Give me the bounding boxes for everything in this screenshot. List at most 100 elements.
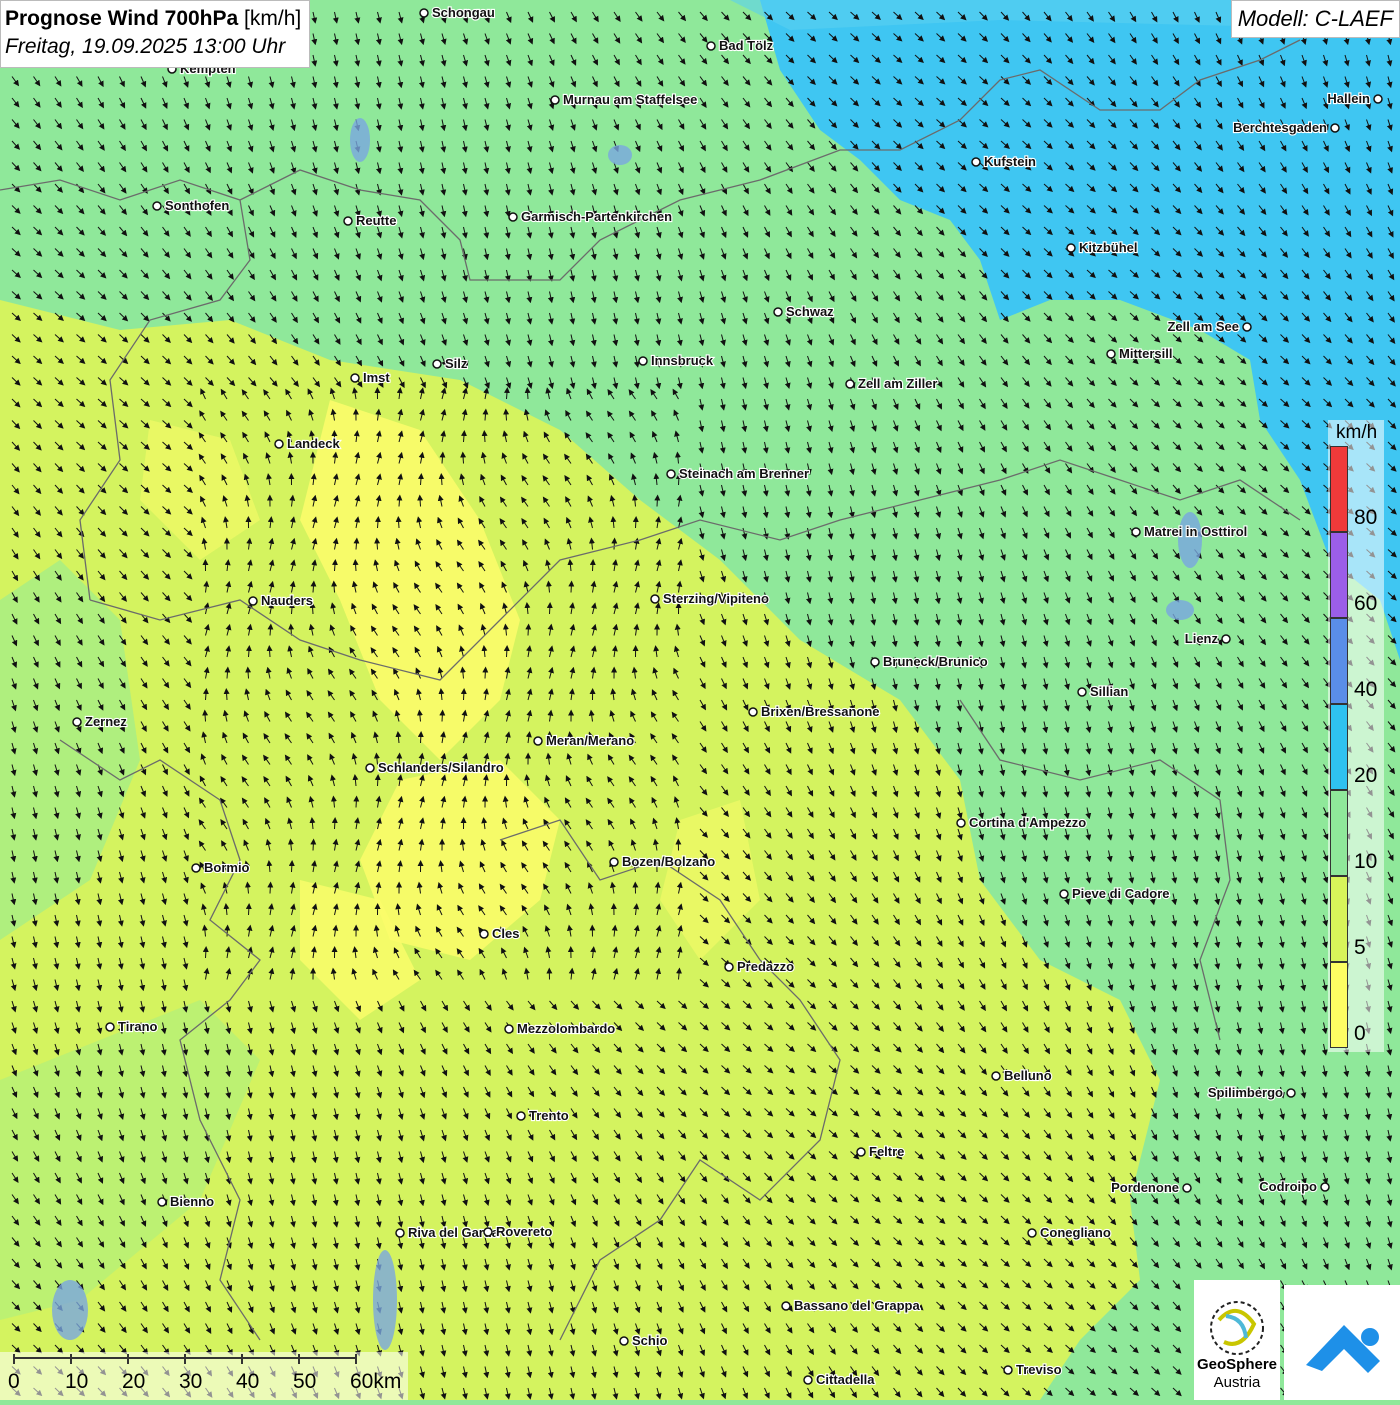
wind-arrow xyxy=(206,949,207,958)
city-label: Garmisch-Partenkirchen xyxy=(521,209,672,224)
city-marker: Meran/Merano xyxy=(534,733,634,748)
city-dot xyxy=(551,96,559,104)
wind-arrow xyxy=(356,799,357,808)
city-dot xyxy=(725,963,733,971)
city-dot xyxy=(396,1229,404,1237)
city-label: Nauders xyxy=(261,593,313,608)
city-label: Imst xyxy=(363,370,390,385)
city-label: Bruneck/Brunico xyxy=(883,654,988,669)
wind-arrow xyxy=(334,584,335,593)
wind-arrow xyxy=(248,670,249,679)
city-dot xyxy=(517,1112,525,1120)
mountain-cloud-icon xyxy=(1284,1285,1400,1400)
wind-arrow xyxy=(206,691,207,700)
geosphere-logo: GeoSphere Austria xyxy=(1194,1280,1280,1400)
city-dot xyxy=(1107,350,1115,358)
city-label: Lienz xyxy=(1185,631,1219,646)
wind-arrow xyxy=(227,670,228,679)
wind-arrow xyxy=(335,820,336,829)
city-label: Kitzbühel xyxy=(1079,240,1138,255)
legend-band xyxy=(1330,962,1348,1048)
city-label: Mittersill xyxy=(1119,346,1172,361)
city-dot xyxy=(1331,124,1339,132)
city-label: Conegliano xyxy=(1040,1225,1111,1240)
city-dot xyxy=(749,708,757,716)
wind-arrow xyxy=(463,455,464,464)
wind-arrow xyxy=(507,648,508,657)
map-title: Prognose Wind 700hPa [km/h] xyxy=(5,5,301,33)
city-dot xyxy=(1132,528,1140,536)
logo-line1: GeoSphere xyxy=(1194,1356,1280,1373)
wind-arrow xyxy=(506,412,507,421)
legend-band xyxy=(1330,704,1348,790)
city-label: Zell am Ziller xyxy=(858,376,937,391)
wind-arrow xyxy=(421,734,422,743)
scale-label: 50 xyxy=(293,1370,316,1394)
city-label: Matrei in Osttirol xyxy=(1144,524,1247,539)
wind-arrow xyxy=(226,691,227,700)
city-dot xyxy=(1183,1184,1191,1192)
wind-arrow xyxy=(355,562,356,571)
city-label: Innsbruck xyxy=(651,353,714,368)
wind-arrow xyxy=(249,648,250,657)
city-marker: Schongau xyxy=(420,5,495,20)
legend-tick-label: 80 xyxy=(1354,506,1377,530)
legend-tick-label: 60 xyxy=(1354,592,1377,616)
city-dot xyxy=(275,440,283,448)
city-label: Cles xyxy=(492,926,519,941)
city-dot xyxy=(1060,890,1068,898)
legend-tick-label: 40 xyxy=(1354,678,1377,702)
city-label: Sillian xyxy=(1090,684,1128,699)
city-dot xyxy=(420,9,428,17)
wind-arrow xyxy=(399,498,400,507)
wind-arrow xyxy=(205,713,206,722)
wind-arrow xyxy=(442,713,443,722)
city-label: Zernez xyxy=(85,714,127,729)
city-dot xyxy=(484,1228,492,1236)
city-dot xyxy=(707,42,715,50)
city-label: Rovereto xyxy=(496,1224,552,1239)
city-marker: Innsbruck xyxy=(639,353,714,368)
city-marker: Spilimbergo xyxy=(1208,1085,1295,1100)
city-marker: Berchtesgaden xyxy=(1233,120,1339,135)
city-dot xyxy=(1222,635,1230,643)
legend-band xyxy=(1330,876,1348,962)
wind-arrow xyxy=(484,433,485,442)
scale-label: 40 xyxy=(236,1370,259,1394)
city-dot xyxy=(505,1025,513,1033)
city-marker: Steinach am Brenner xyxy=(667,466,809,481)
city-label: Brixen/Bressanone xyxy=(761,704,880,719)
city-label: Belluno xyxy=(1004,1068,1052,1083)
city-dot xyxy=(480,930,488,938)
city-label: Pieve di Cadore xyxy=(1072,886,1170,901)
city-marker: Conegliano xyxy=(1028,1225,1111,1240)
city-dot xyxy=(871,658,879,666)
city-marker: Zell am See xyxy=(1167,319,1251,334)
color-legend: km/h 051020406080 xyxy=(1328,420,1384,1052)
wind-arrow xyxy=(335,562,336,571)
city-dot xyxy=(651,595,659,603)
wind-map[interactable]: SchongauBad TölzKemptenMurnau am Staffel… xyxy=(0,0,1400,1400)
wind-arrow xyxy=(528,627,529,636)
city-marker: Sonthofen xyxy=(153,198,229,213)
city-label: Reutte xyxy=(356,213,396,228)
logo-line2: Austria xyxy=(1194,1374,1280,1391)
wind-arrow xyxy=(527,390,528,399)
city-dot xyxy=(1243,323,1251,331)
city-label: Schio xyxy=(632,1333,667,1348)
city-marker: Pieve di Cadore xyxy=(1060,886,1170,901)
city-dot xyxy=(106,1023,114,1031)
wind-arrow xyxy=(421,476,422,485)
legend-tick-label: 20 xyxy=(1354,764,1377,788)
wind-arrow xyxy=(485,670,486,679)
scale-label: 30 xyxy=(179,1370,202,1394)
legend-band xyxy=(1330,790,1348,876)
city-label: Feltre xyxy=(869,1144,904,1159)
city-marker: Garmisch-Partenkirchen xyxy=(509,209,672,224)
city-dot xyxy=(667,470,675,478)
city-dot xyxy=(433,360,441,368)
wind-arrow xyxy=(356,541,357,550)
city-label: Bienno xyxy=(170,1194,214,1209)
city-label: Treviso xyxy=(1016,1362,1062,1377)
city-dot xyxy=(782,1302,790,1310)
